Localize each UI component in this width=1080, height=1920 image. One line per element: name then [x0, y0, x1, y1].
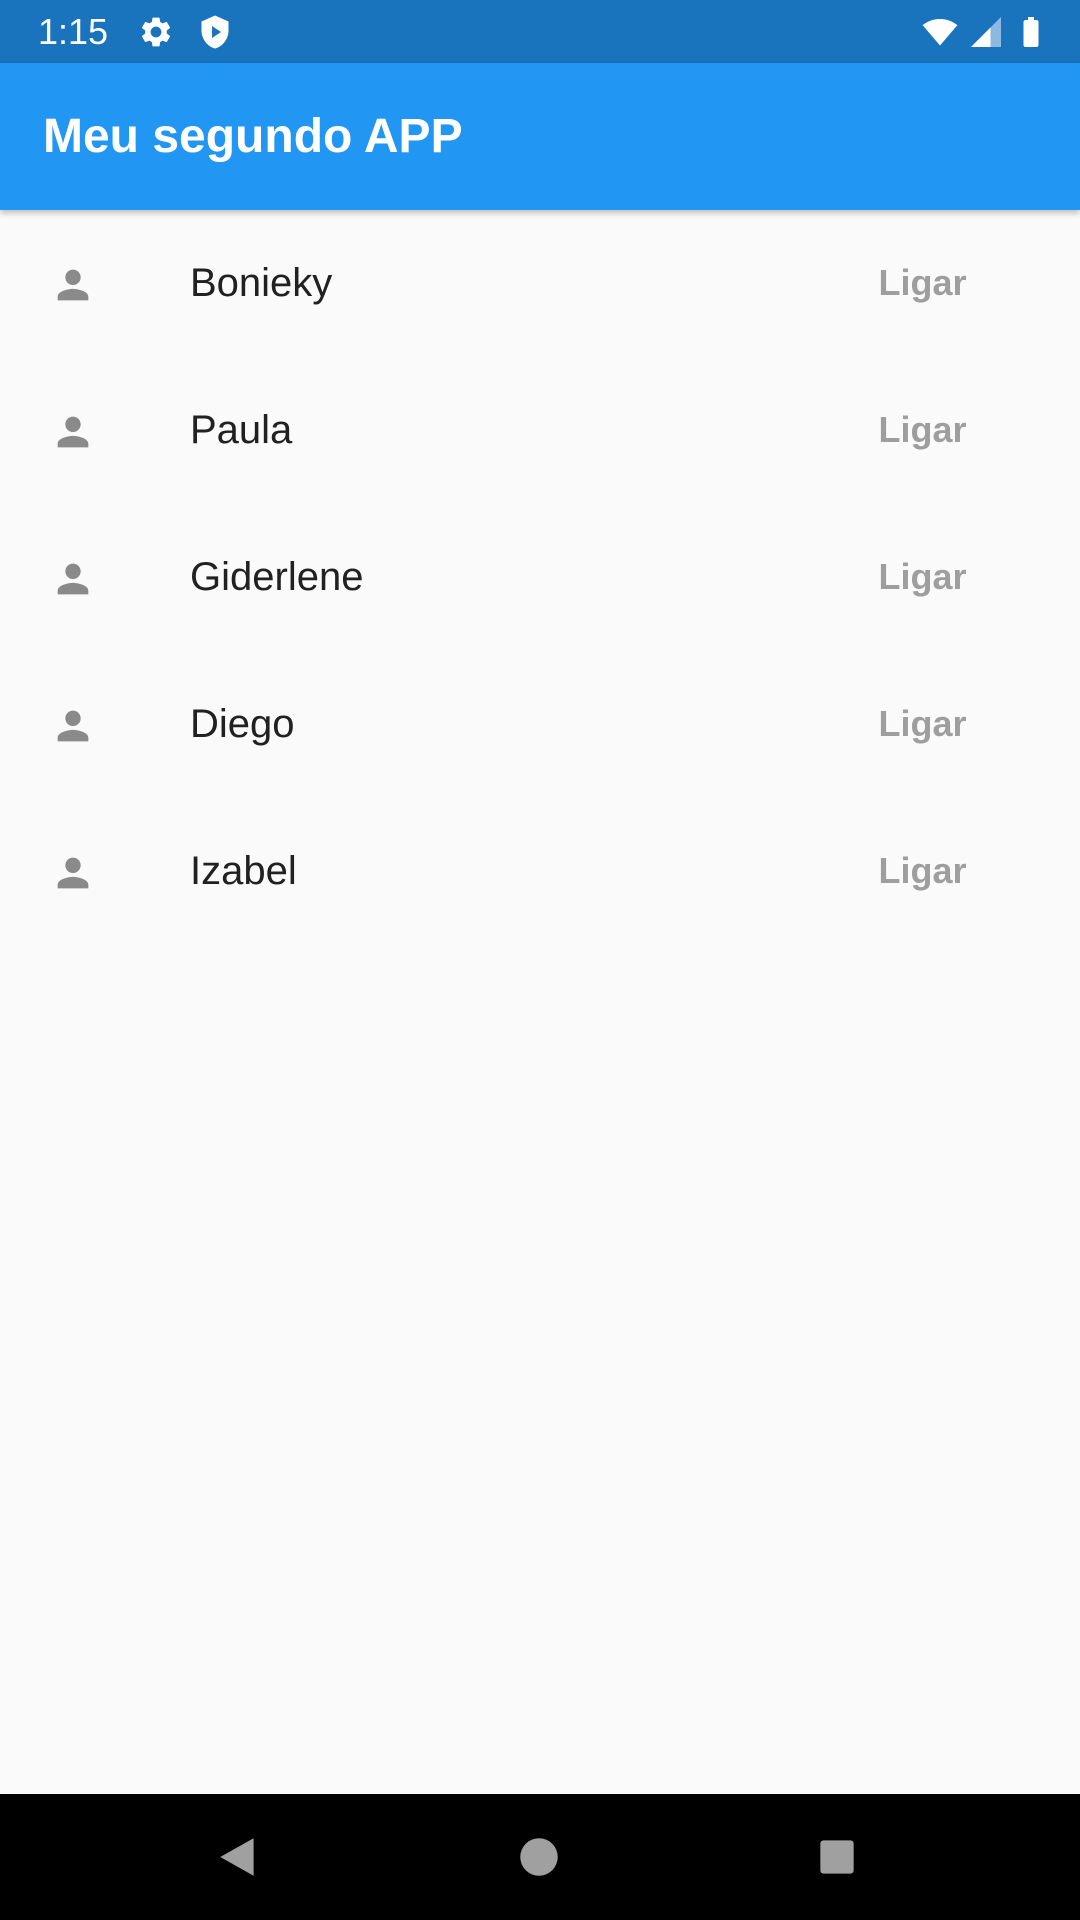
person-icon: [57, 269, 89, 301]
status-bar: 1:15: [0, 0, 1080, 63]
home-icon[interactable]: [514, 1832, 564, 1882]
contact-name: Paula: [190, 408, 293, 452]
call-button[interactable]: Ligar: [850, 838, 995, 904]
person-icon: [57, 857, 89, 889]
call-button[interactable]: Ligar: [850, 397, 995, 463]
contact-name: Bonieky: [190, 261, 333, 305]
contact-row[interactable]: Izabel Ligar: [0, 798, 1080, 945]
wifi-icon: [922, 18, 958, 46]
contact-list: Bonieky Ligar Paula Ligar Giderlene Liga…: [0, 210, 1080, 945]
gear-icon: [141, 17, 171, 47]
recents-icon[interactable]: [812, 1832, 862, 1882]
contact-row[interactable]: Giderlene Ligar: [0, 504, 1080, 651]
contact-name: Izabel: [190, 849, 297, 893]
battery-icon: [1023, 17, 1039, 47]
app-bar: Meu segundo APP: [0, 63, 1080, 210]
person-icon: [57, 416, 89, 448]
contact-name: Diego: [190, 702, 295, 746]
back-icon[interactable]: [214, 1832, 264, 1882]
call-button[interactable]: Ligar: [850, 691, 995, 757]
signal-icon: [971, 17, 1001, 47]
person-icon: [57, 710, 89, 742]
status-time: 1:15: [38, 11, 109, 52]
navigation-bar: [0, 1794, 1080, 1920]
app-screen: 1:15 Meu segundo APP Bonieky Ligar Paula…: [0, 0, 1080, 1920]
call-button[interactable]: Ligar: [850, 250, 995, 316]
contact-row[interactable]: Diego Ligar: [0, 651, 1080, 798]
contact-name: Giderlene: [190, 555, 364, 599]
contact-row[interactable]: Bonieky Ligar: [0, 210, 1080, 357]
person-icon: [57, 563, 89, 595]
shield-play-icon: [201, 15, 229, 49]
app-title: Meu segundo APP: [43, 110, 463, 163]
contact-row[interactable]: Paula Ligar: [0, 357, 1080, 504]
call-button[interactable]: Ligar: [850, 544, 995, 610]
